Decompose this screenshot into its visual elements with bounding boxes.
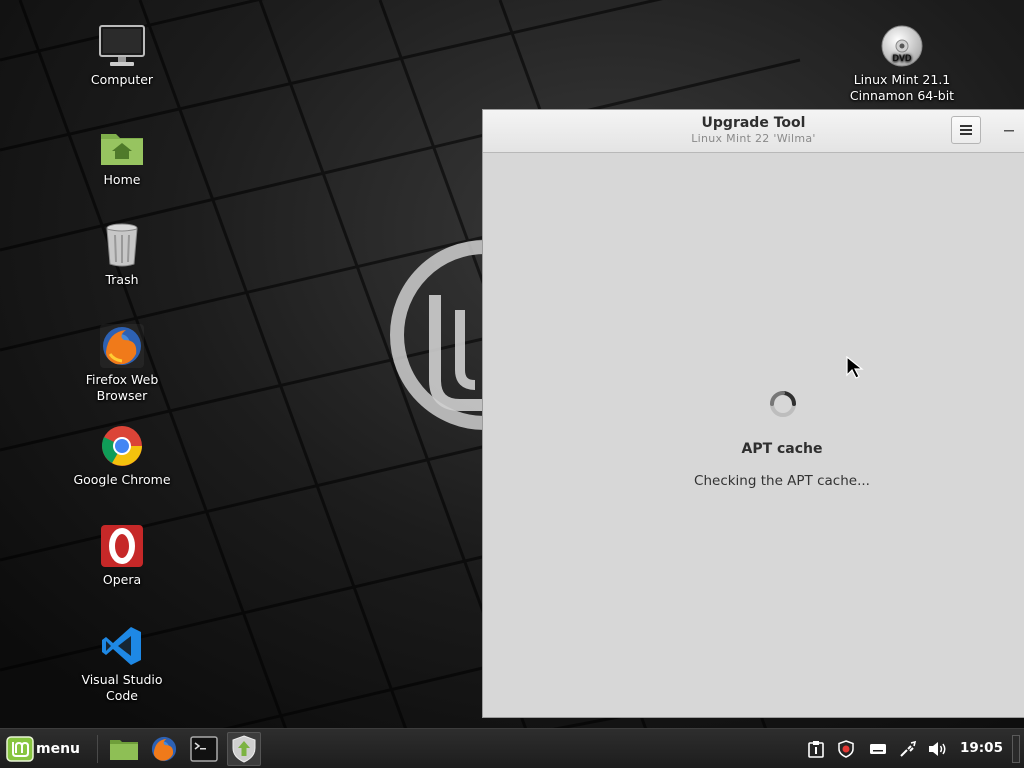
window-titlebar[interactable]: Upgrade Tool Linux Mint 22 'Wilma' xyxy=(483,110,1024,153)
tray-volume[interactable] xyxy=(928,738,948,760)
desktop-icon-label: Visual Studio Code xyxy=(81,672,163,703)
shield-icon xyxy=(838,740,854,758)
home-folder-icon xyxy=(101,134,143,165)
panel-clock[interactable]: 19:05 xyxy=(960,740,1003,756)
desktop-icon-label: Firefox Web Browser xyxy=(85,372,159,403)
firefox-icon xyxy=(100,324,144,368)
panel-separator xyxy=(97,735,98,763)
loading-spinner-icon xyxy=(770,391,796,417)
desktop-icon-home[interactable]: Home xyxy=(67,128,177,188)
window-subtitle: Linux Mint 22 'Wilma' xyxy=(691,132,816,145)
desktop-icon-label: Trash xyxy=(105,272,139,287)
launcher-terminal[interactable] xyxy=(187,732,221,766)
svg-text:DVD: DVD xyxy=(892,53,912,63)
hamburger-menu-icon xyxy=(960,125,972,135)
desktop-icon-label: Opera xyxy=(102,572,142,587)
hamburger-menu-button[interactable] xyxy=(951,116,981,144)
desktop-icon-label: Google Chrome xyxy=(73,472,171,487)
tray-clipboard[interactable] xyxy=(806,738,826,760)
network-icon xyxy=(900,740,917,757)
dvd-label-line2: Cinnamon 64-bit xyxy=(849,88,955,103)
desktop-icon-computer[interactable]: Computer xyxy=(67,24,177,88)
launcher-files[interactable] xyxy=(107,732,141,766)
dvd-label-line1: Linux Mint 21.1 xyxy=(853,72,951,87)
volume-icon xyxy=(929,742,946,756)
desktop-icon-trash[interactable]: Trash xyxy=(67,222,177,288)
tray-update-shield[interactable] xyxy=(836,738,856,760)
desktop-icon-firefox[interactable]: Firefox Web Browser xyxy=(67,324,177,404)
launcher-upgrade-tool[interactable] xyxy=(227,732,261,766)
launcher-firefox[interactable] xyxy=(147,732,181,766)
status-heading: APT cache xyxy=(741,441,823,457)
tray-network[interactable] xyxy=(898,738,918,760)
linux-mint-logo-icon xyxy=(6,736,34,762)
vscode-icon xyxy=(102,627,141,665)
minimize-icon xyxy=(1004,130,1014,132)
trash-icon xyxy=(106,223,138,267)
desktop-icon-label: Computer xyxy=(90,72,154,87)
files-icon xyxy=(110,740,138,760)
upgrade-tool-window[interactable]: Upgrade Tool Linux Mint 22 'Wilma' APT c… xyxy=(482,109,1024,718)
upgrade-tool-icon xyxy=(232,735,256,763)
firefox-icon xyxy=(151,736,177,762)
menu-label: menu xyxy=(36,741,81,757)
window-title: Upgrade Tool xyxy=(701,115,806,131)
keyboard-icon xyxy=(870,744,886,754)
chrome-icon xyxy=(102,426,142,466)
monitor-icon xyxy=(99,25,145,66)
terminal-icon xyxy=(190,736,218,762)
desktop-icon-chrome[interactable]: Google Chrome xyxy=(67,424,177,488)
clipboard-icon xyxy=(808,741,824,758)
bottom-panel: menu 19:05 xyxy=(0,728,1024,768)
opera-icon xyxy=(101,525,143,567)
desktop-icon-label: Home xyxy=(103,172,141,187)
show-desktop-button[interactable] xyxy=(1012,735,1020,763)
mouse-cursor-icon xyxy=(846,356,864,379)
menu-button[interactable]: menu xyxy=(6,734,86,764)
tray-keyboard[interactable] xyxy=(868,738,888,760)
desktop-icon-vscode[interactable]: Visual Studio Code xyxy=(67,624,177,704)
dvd-disc-icon: DVD xyxy=(881,25,923,67)
desktop-icon-opera[interactable]: Opera xyxy=(67,524,177,588)
minimize-button[interactable] xyxy=(999,120,1019,140)
desktop-icon-dvd[interactable]: DVD Linux Mint 21.1 Cinnamon 64-bit xyxy=(841,24,963,104)
status-text: Checking the APT cache... xyxy=(694,473,870,489)
